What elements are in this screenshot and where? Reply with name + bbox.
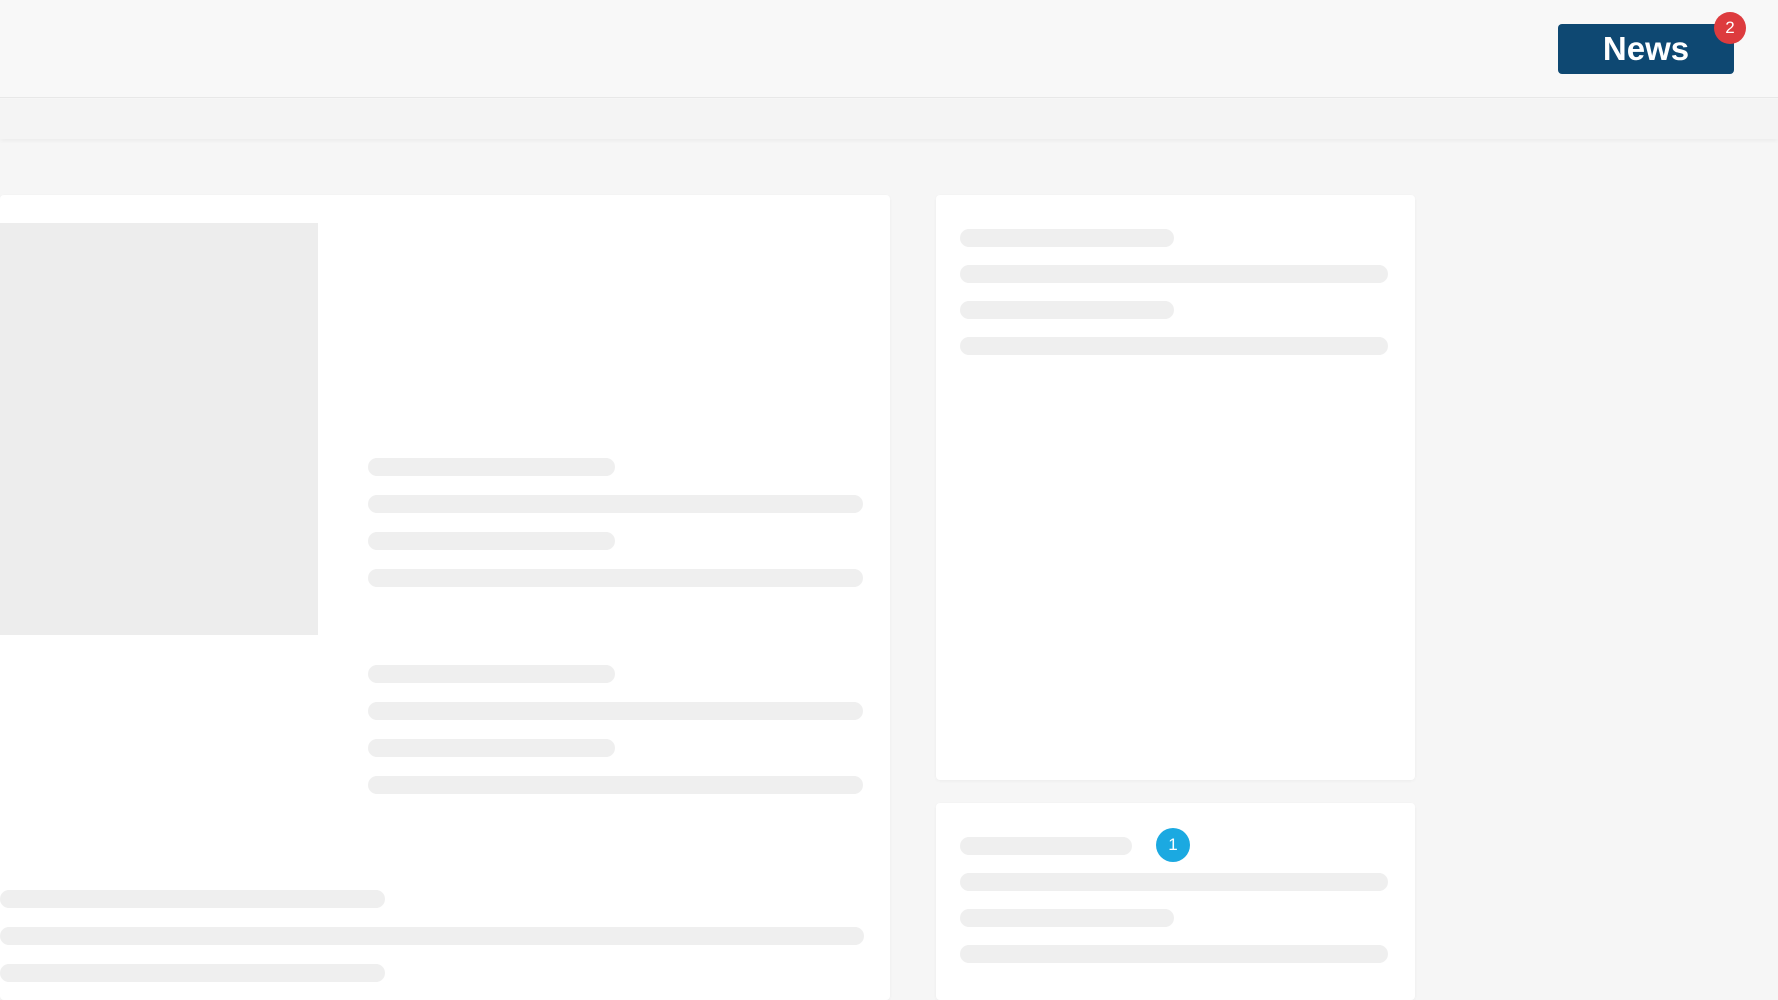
news-button-label: News	[1603, 30, 1689, 68]
skeleton-line	[0, 890, 385, 908]
header-bar: News 2	[0, 0, 1778, 98]
skeleton-line	[960, 945, 1388, 963]
skeleton-line	[0, 927, 864, 945]
image-placeholder	[0, 223, 318, 635]
skeleton-line	[960, 873, 1388, 891]
skeleton-line	[368, 569, 863, 587]
main-content-card	[0, 195, 890, 1000]
skeleton-line	[368, 665, 615, 683]
skeleton-line	[368, 532, 615, 550]
skeleton-line	[368, 495, 863, 513]
news-button[interactable]: News 2	[1558, 24, 1734, 74]
skeleton-line	[368, 739, 615, 757]
skeleton-text-block	[368, 665, 863, 794]
skeleton-line	[368, 776, 863, 794]
sidebar-card: 1	[936, 803, 1415, 1000]
skeleton-line	[960, 301, 1174, 319]
skeleton-line	[960, 337, 1388, 355]
skeleton-line	[368, 702, 863, 720]
news-notification-badge: 2	[1714, 12, 1746, 44]
skeleton-line	[960, 837, 1132, 855]
skeleton-line	[368, 458, 615, 476]
skeleton-text-block	[0, 890, 864, 1000]
skeleton-line	[960, 909, 1174, 927]
skeleton-line	[960, 265, 1388, 283]
secondary-bar	[0, 99, 1778, 139]
sidebar-card	[936, 195, 1415, 780]
skeleton-line	[0, 964, 385, 982]
skeleton-text-block	[368, 458, 863, 587]
skeleton-line	[960, 229, 1174, 247]
count-badge: 1	[1156, 828, 1190, 862]
